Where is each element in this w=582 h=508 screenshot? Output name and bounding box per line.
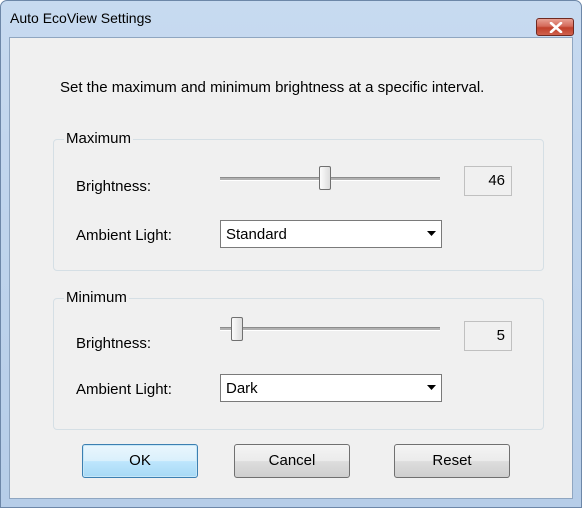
maximum-ambient-light-value: Standard bbox=[226, 226, 287, 243]
minimum-legend: Minimum bbox=[64, 289, 129, 306]
dialog-client-area: Set the maximum and minimum brightness a… bbox=[9, 37, 573, 499]
cancel-button[interactable]: Cancel bbox=[234, 444, 350, 478]
minimum-brightness-label: Brightness: bbox=[76, 335, 152, 352]
chevron-down-icon bbox=[427, 385, 436, 390]
title-bar[interactable]: Auto EcoView Settings bbox=[1, 1, 581, 37]
minimum-brightness-value: 5 bbox=[464, 321, 512, 351]
maximum-brightness-slider-thumb[interactable] bbox=[319, 166, 331, 190]
maximum-legend: Maximum bbox=[64, 130, 134, 147]
minimum-ambient-light-label: Ambient Light: bbox=[76, 381, 172, 398]
minimum-group: Minimum Brightness: 5 Ambient Light: Dar… bbox=[53, 289, 544, 430]
dialog-window: Auto EcoView Settings Set the maximum an… bbox=[0, 0, 582, 508]
maximum-brightness-value: 46 bbox=[464, 166, 512, 196]
minimum-ambient-light-select[interactable]: Dark bbox=[220, 374, 442, 402]
maximum-group: Maximum Brightness: 46 Ambient Light: St… bbox=[53, 130, 544, 271]
minimum-brightness-slider-track[interactable] bbox=[220, 327, 440, 331]
maximum-brightness-label: Brightness: bbox=[76, 178, 152, 195]
description-text: Set the maximum and minimum brightness a… bbox=[60, 79, 485, 96]
minimum-brightness-slider-thumb[interactable] bbox=[231, 317, 243, 341]
maximum-ambient-light-label: Ambient Light: bbox=[76, 227, 172, 244]
close-button[interactable] bbox=[536, 18, 574, 36]
close-icon bbox=[549, 22, 563, 33]
maximum-ambient-light-select[interactable]: Standard bbox=[220, 220, 442, 248]
chevron-down-icon bbox=[427, 231, 436, 236]
window-title: Auto EcoView Settings bbox=[10, 10, 152, 26]
minimum-ambient-light-value: Dark bbox=[226, 380, 258, 397]
reset-button[interactable]: Reset bbox=[394, 444, 510, 478]
ok-button[interactable]: OK bbox=[82, 444, 198, 478]
